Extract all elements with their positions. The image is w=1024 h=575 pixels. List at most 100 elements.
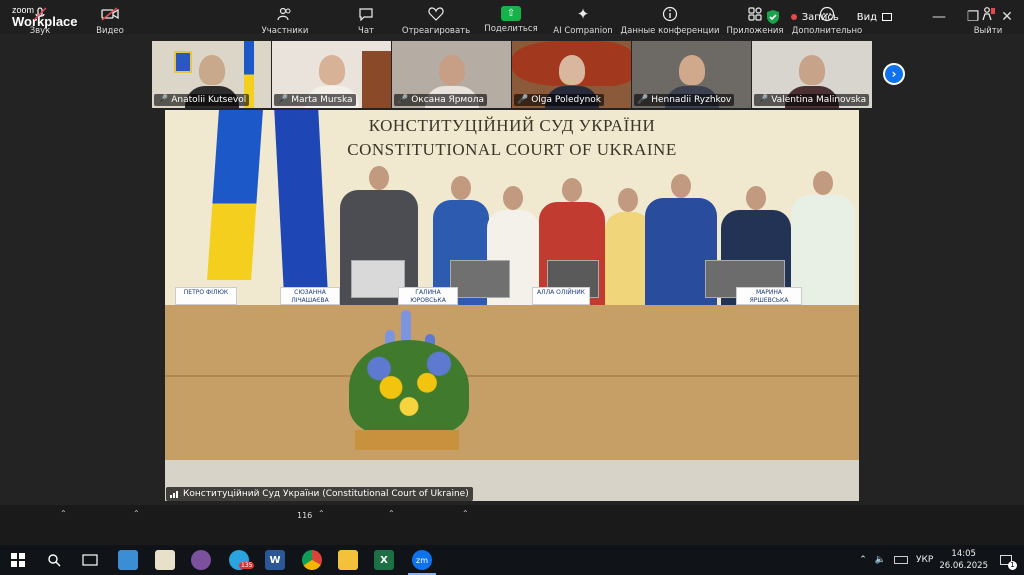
share-label: Поделиться xyxy=(484,24,538,34)
chrome-icon[interactable] xyxy=(302,550,322,570)
participant-tile[interactable]: 🎤 Оксана Ярмола xyxy=(392,41,512,108)
word-icon[interactable]: W xyxy=(265,550,285,570)
viber-icon[interactable] xyxy=(191,550,211,570)
notification-icon[interactable]: 1 xyxy=(1000,555,1017,570)
chat-bubble-icon xyxy=(356,5,376,23)
participant-name-tag: 🎤 Hennadii Ryzhkov xyxy=(634,94,735,106)
main-video[interactable]: КОНСТИТУЦІЙНИЙ СУД УКРАЇНИ CONSTITUTIONA… xyxy=(165,110,859,501)
ai-companion-label: AI Companion xyxy=(553,25,613,36)
task-view-icon[interactable] xyxy=(80,550,100,570)
participants-button[interactable]: Участники xyxy=(262,0,308,40)
react-options-chevron-up-icon[interactable]: ⌃ xyxy=(462,509,469,518)
name-plate: АЛЛА ОЛІЙНИК xyxy=(532,287,590,305)
participant-tile[interactable]: 🎤 Olga Poledynok xyxy=(512,41,632,108)
muted-mic-icon: 🎤 xyxy=(517,95,529,105)
name-plate: ГАЛИНА ЮРОВСЬКА xyxy=(398,287,458,305)
participant-name-tag: 🎤 Оксана Ярмола xyxy=(394,94,487,106)
participant-strip: 🎤 Anatolii Kutsevol 🎤 Marta Murska 🎤 Оксана… xyxy=(152,41,872,108)
meeting-toolbar xyxy=(0,505,1024,545)
windows-start-icon[interactable] xyxy=(8,550,28,570)
more-dots-icon xyxy=(817,5,837,23)
participant-name: Оксана Ярмола xyxy=(411,95,484,105)
paint-icon[interactable] xyxy=(155,550,175,570)
participant-name-tag: 🎤 Anatolii Kutsevol xyxy=(154,94,250,106)
participant-name: Anatolii Kutsevol xyxy=(171,95,247,105)
name-plate: МАРИНА ЯРШЕВСЬКА xyxy=(736,287,802,305)
apps-button[interactable]: Приложения xyxy=(726,0,784,40)
share-button[interactable]: ⇧ Поделиться xyxy=(484,0,538,40)
leave-icon xyxy=(978,5,998,23)
apps-icon xyxy=(745,5,765,23)
video-label: Видео xyxy=(96,25,124,36)
laptop xyxy=(351,260,405,298)
file-explorer-icon[interactable] xyxy=(338,550,358,570)
excel-icon[interactable]: X xyxy=(374,550,394,570)
participant-tile[interactable]: 🎤 Valentina Malinovska xyxy=(752,41,872,108)
keyboard-icon[interactable] xyxy=(894,556,909,564)
search-icon[interactable] xyxy=(44,550,64,570)
participant-name-tag: 🎤 Marta Murska xyxy=(274,94,356,106)
share-screen-icon: ⇧ xyxy=(501,6,521,21)
more-button[interactable]: Дополнительно xyxy=(792,0,862,40)
clock-time: 14:05 xyxy=(951,549,976,559)
zoom-app-icon[interactable]: zm xyxy=(412,550,432,570)
volume-icon[interactable]: 🔈 xyxy=(875,555,886,565)
desk-panel-line xyxy=(165,375,859,377)
participant-tile[interactable]: 🎤 Anatolii Kutsevol xyxy=(152,41,272,108)
chevron-right-icon: › xyxy=(891,67,897,81)
apps-label: Приложения xyxy=(726,25,784,36)
chevron-up-icon[interactable]: ⌃ xyxy=(859,555,867,565)
audio-options-chevron-up-icon[interactable]: ⌃ xyxy=(60,509,67,518)
video-button[interactable]: Видео xyxy=(90,0,130,40)
next-page-button[interactable]: › xyxy=(883,63,905,85)
grid-view-icon xyxy=(882,13,892,21)
notepad-icon[interactable] xyxy=(118,550,138,570)
flower-bouquet xyxy=(349,310,469,450)
minimize-button[interactable]: — xyxy=(922,0,956,34)
chat-options-chevron-up-icon[interactable]: ⌃ xyxy=(388,509,395,518)
muted-mic-icon: 🎤 xyxy=(637,95,649,105)
participant-face xyxy=(438,55,465,85)
name-plate: ПЕТРО ФІЛЮК xyxy=(175,287,237,305)
participant-face xyxy=(318,55,345,85)
muted-mic-icon: 🎤 xyxy=(757,95,769,105)
signal-bars-icon xyxy=(170,491,178,498)
chat-label: Чат xyxy=(358,25,374,36)
participant-tile[interactable]: 🎤 Hennadii Ryzhkov xyxy=(632,41,752,108)
desk xyxy=(165,305,859,460)
speaker-name-tag: Конституційний Суд України (Constitution… xyxy=(166,487,473,501)
participant-name: Valentina Malinovska xyxy=(771,95,867,105)
leave-button[interactable]: Выйти xyxy=(972,0,1004,40)
muted-mic-icon: 🎤 xyxy=(277,95,289,105)
participant-name-tag: 🎤 Valentina Malinovska xyxy=(754,94,870,106)
participant-name: Hennadii Ryzhkov xyxy=(651,95,732,105)
chat-button[interactable]: Чат xyxy=(352,0,380,40)
clock-date: 26.06.2025 xyxy=(939,561,988,571)
video-options-chevron-up-icon[interactable]: ⌃ xyxy=(133,509,140,518)
participant-face xyxy=(558,55,585,85)
participant-name-tag: 🎤 Olga Poledynok xyxy=(514,94,605,106)
language-indicator[interactable]: УКР xyxy=(916,555,933,565)
audio-label: Звук xyxy=(29,25,51,36)
participants-label: Участники xyxy=(261,25,309,36)
ai-companion-button[interactable]: ✦ AI Companion xyxy=(552,0,614,40)
notification-count: 1 xyxy=(1008,561,1017,570)
telegram-badge: 135 xyxy=(239,562,255,569)
door-background xyxy=(362,51,391,108)
leave-label: Выйти xyxy=(973,25,1003,36)
participants-count: 116 xyxy=(297,511,313,520)
view-button[interactable]: Вид xyxy=(857,12,892,23)
coat-of-arms-icon xyxy=(174,51,192,73)
react-button[interactable]: Отреагировать xyxy=(402,0,470,40)
participant-face xyxy=(799,55,825,85)
participant-face xyxy=(678,55,705,85)
participants-icon xyxy=(275,5,295,23)
name-plate: СЮЗАННА ЛІЧАШАЄВА xyxy=(280,287,340,305)
clock[interactable]: 14:05 26.06.2025 xyxy=(939,548,988,572)
participant-name: Olga Poledynok xyxy=(531,95,602,105)
audio-button[interactable]: Звук xyxy=(22,0,58,40)
participants-options-chevron-up-icon[interactable]: ⌃ xyxy=(318,509,325,518)
participant-tile[interactable]: 🎤 Marta Murska xyxy=(272,41,392,108)
video-off-icon xyxy=(100,5,120,23)
meeting-info-button[interactable]: Данные конференции xyxy=(621,0,720,40)
